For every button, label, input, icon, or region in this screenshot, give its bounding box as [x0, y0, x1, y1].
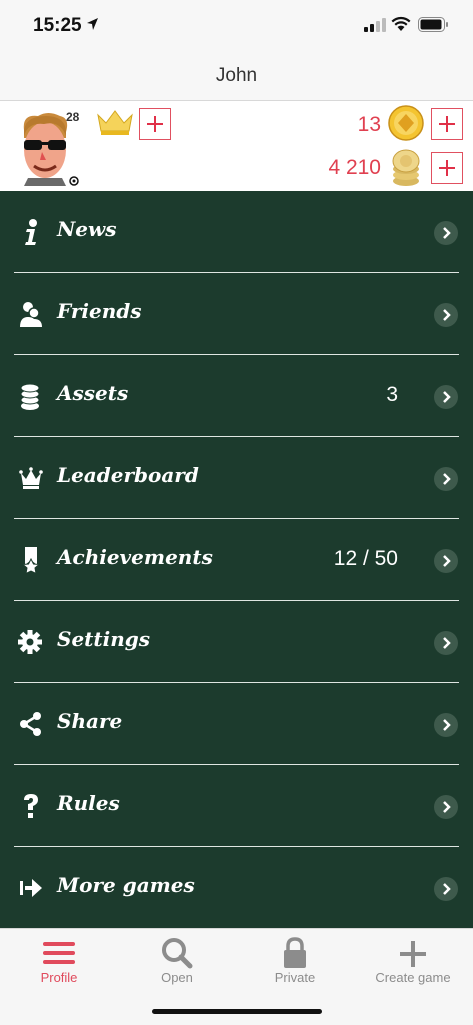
menu-item-more-games[interactable]: More games [0, 847, 473, 929]
friends-icon [20, 302, 42, 327]
chips-stack-icon [392, 149, 420, 186]
menu-item-label: Share [57, 709, 123, 733]
tab-label: Private [274, 970, 316, 985]
question-icon [24, 794, 38, 818]
menu-item-label: Rules [57, 791, 120, 815]
chevron-right-icon [434, 795, 458, 819]
menu-item-leaderboard[interactable]: Leaderboard [0, 437, 473, 519]
chevron-right-icon [434, 467, 458, 491]
chevron-right-icon [434, 385, 458, 409]
chevron-right-icon [434, 303, 458, 327]
chips-count: 4 210 [328, 156, 381, 179]
search-icon [162, 938, 193, 969]
crown-icon [97, 110, 133, 135]
more-games-arrow-icon [20, 879, 42, 897]
tab-open[interactable]: Open [118, 929, 236, 999]
chevron-right-icon [434, 877, 458, 901]
menu-item-label: Friends [57, 299, 142, 323]
menu-item-label: Achievements [57, 545, 213, 569]
menu-item-label: Leaderboard [57, 463, 199, 487]
title-bar: John [0, 50, 473, 101]
info-icon [25, 219, 37, 245]
chevron-right-icon [434, 221, 458, 245]
menu-item-label: News [57, 217, 117, 241]
award-ribbon-icon [21, 547, 41, 575]
chevron-right-icon [434, 713, 458, 737]
gold-gem-coin-icon [388, 105, 424, 141]
cellular-signal-icon [364, 18, 386, 32]
menu-item-achievements[interactable]: Achievements 12 / 50 [0, 519, 473, 601]
menu-item-value: 12 / 50 [333, 547, 398, 570]
menu-item-news[interactable]: News [0, 191, 473, 273]
home-indicator [152, 1009, 322, 1014]
plus-icon [400, 941, 426, 967]
menu-item-label: More games [57, 873, 195, 897]
menu-item-rules[interactable]: Rules [0, 765, 473, 847]
tab-private[interactable]: Private [236, 929, 354, 999]
coins-stack-icon [20, 383, 40, 410]
status-time: 15:25 [33, 15, 82, 36]
menu-item-assets[interactable]: Assets 3 [0, 355, 473, 437]
gear-icon [18, 630, 42, 654]
menu-item-label: Assets [57, 381, 129, 405]
profile-bar: 28 13 4 210 [0, 101, 473, 191]
menu-item-value: 3 [386, 383, 398, 406]
page-title: John [215, 65, 258, 86]
tab-label: Open [161, 970, 193, 985]
wifi-icon [391, 16, 411, 31]
battery-icon [418, 17, 448, 32]
gems-count: 13 [357, 113, 381, 136]
menu-item-share[interactable]: Share [0, 683, 473, 765]
add-level-button[interactable] [139, 108, 171, 140]
share-icon [20, 712, 41, 736]
chevron-right-icon [434, 549, 458, 573]
tab-label: Create game [375, 970, 451, 985]
tab-profile[interactable]: Profile [0, 929, 118, 999]
menu-item-friends[interactable]: Friends [0, 273, 473, 355]
menu-icon [43, 942, 75, 964]
add-chips-button[interactable] [431, 152, 463, 184]
crown-icon [19, 467, 43, 489]
status-bar: 15:25 [0, 0, 473, 50]
location-arrow-icon [87, 18, 98, 30]
tab-label: Profile [40, 970, 78, 985]
chevron-right-icon [434, 631, 458, 655]
lock-icon [284, 937, 306, 968]
tab-create-game[interactable]: Create game [354, 929, 472, 999]
add-gems-button[interactable] [431, 108, 463, 140]
menu-item-label: Settings [57, 627, 151, 651]
main-menu: News Friends Assets 3 Leaderboard Achiev… [0, 191, 473, 928]
player-level: 28 [66, 110, 80, 124]
menu-item-settings[interactable]: Settings [0, 601, 473, 683]
